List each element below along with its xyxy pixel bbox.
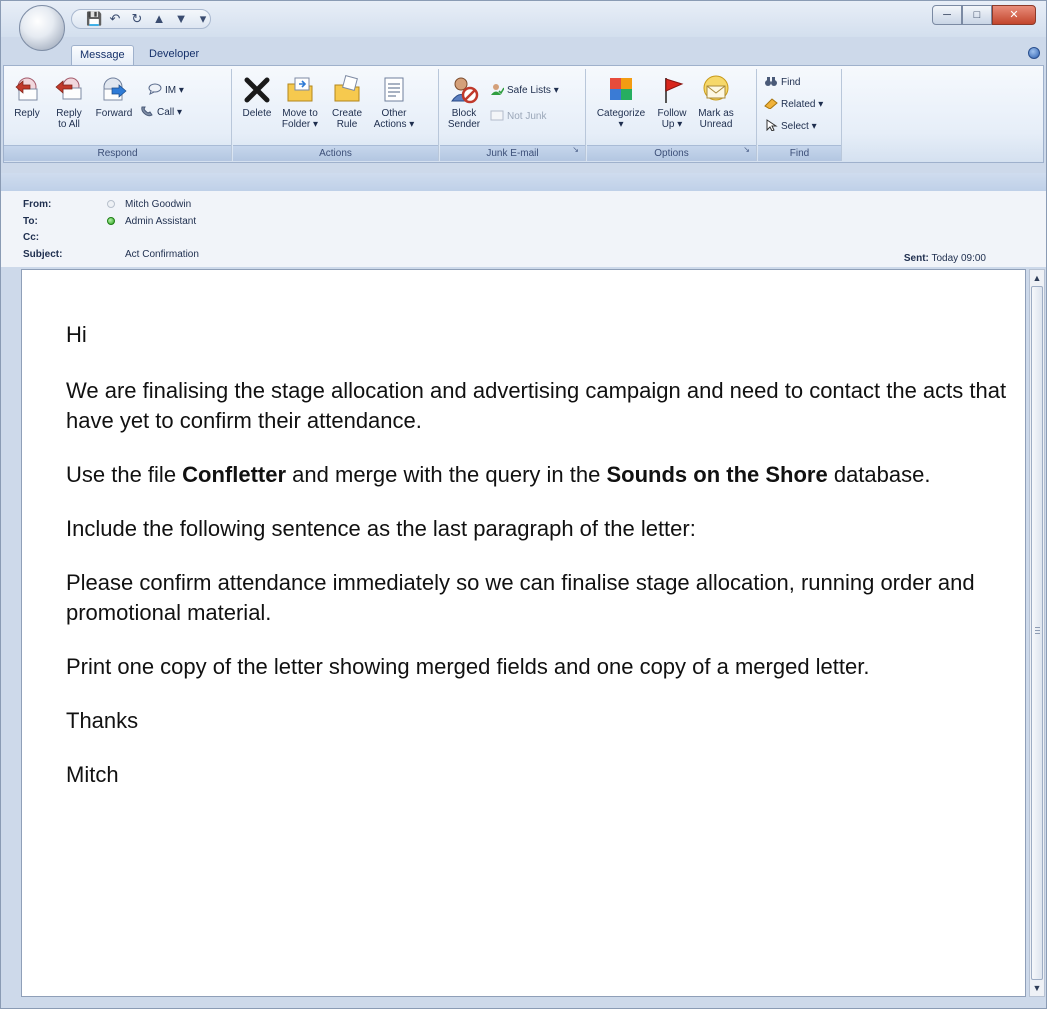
- follow-up-button[interactable]: Follow Up ▾: [653, 75, 691, 130]
- redo-icon[interactable]: ↻: [130, 11, 144, 27]
- select-cursor-icon: [766, 119, 778, 131]
- database-name: Sounds on the Shore: [606, 462, 828, 487]
- quick-access-toolbar: 💾 ↶ ↻ ▲ ▼ ▾: [71, 9, 211, 29]
- group-junk-email: Block Sender Safe Lists ▾ Not Junk Junk …: [440, 69, 586, 161]
- other-actions-button[interactable]: Other Actions ▾: [373, 75, 415, 130]
- move-folder-icon: [287, 77, 313, 102]
- block-sender-button[interactable]: Block Sender: [446, 75, 482, 130]
- ribbon: Reply Reply to All Forward IM ▾ Call ▾ R…: [3, 65, 1044, 163]
- cc-label: Cc:: [23, 232, 40, 243]
- next-item-icon[interactable]: ▼: [174, 11, 188, 27]
- body-paragraph-3: Include the following sentence as the la…: [66, 516, 696, 541]
- find-button[interactable]: Find: [764, 75, 800, 91]
- office-button[interactable]: [19, 5, 65, 51]
- body-paragraph-5: Print one copy of the letter showing mer…: [66, 654, 870, 679]
- related-button[interactable]: Related ▾: [764, 97, 823, 113]
- body-paragraph-4: Please confirm attendance immediately so…: [66, 570, 975, 625]
- message-body-text: Hi We are finalising the stage allocatio…: [66, 320, 1016, 814]
- tab-developer[interactable]: Developer: [141, 45, 207, 65]
- scroll-up-icon[interactable]: ▲: [1030, 270, 1044, 286]
- file-name: Confletter: [182, 462, 287, 487]
- group-options: Categorize▾ Follow Up ▾ Mark as Unread: [587, 69, 757, 161]
- presence-offline-icon: [107, 200, 115, 208]
- save-icon[interactable]: 💾: [86, 11, 102, 27]
- scroll-thumb[interactable]: [1031, 286, 1043, 980]
- body-paragraph-1: We are finalising the stage allocation a…: [66, 378, 1007, 433]
- flag-icon: [665, 78, 684, 103]
- im-button[interactable]: IM ▾: [148, 83, 184, 99]
- related-icon: [764, 98, 778, 109]
- reply-all-icon: [55, 77, 82, 100]
- grip-icon: [1035, 627, 1040, 636]
- help-icon[interactable]: [1028, 47, 1040, 59]
- tab-message[interactable]: Message: [71, 45, 134, 65]
- unread-envelope-icon: [703, 75, 729, 101]
- scroll-down-icon[interactable]: ▼: [1030, 980, 1044, 996]
- to-value[interactable]: Admin Assistant: [125, 216, 196, 227]
- close-button[interactable]: ✕: [992, 5, 1036, 25]
- mark-as-unread-button[interactable]: Mark as Unread: [695, 75, 737, 130]
- body-greeting: Hi: [66, 322, 87, 347]
- call-button[interactable]: Call ▾: [140, 105, 182, 121]
- message-header: From: Mitch Goodwin To: Admin Assistant …: [1, 191, 1046, 267]
- from-value[interactable]: Mitch Goodwin: [125, 199, 191, 210]
- delete-icon: [244, 77, 270, 103]
- create-rule-icon: [334, 75, 360, 102]
- group-actions: Delete Move to Folder ▾ Create Rule Othe…: [233, 69, 439, 161]
- reply-icon: [15, 77, 38, 101]
- body-signature: Mitch: [66, 762, 119, 787]
- window-controls: ─ □ ✕: [932, 5, 1036, 25]
- group-find: Find Related ▾ Select ▾ Find: [758, 69, 842, 161]
- vertical-scrollbar[interactable]: ▲ ▼: [1029, 269, 1045, 997]
- phone-icon: [141, 106, 153, 117]
- body-paragraph-2: Use the file Confletter and merge with t…: [66, 462, 931, 487]
- message-body[interactable]: Hi We are finalising the stage allocatio…: [21, 269, 1026, 997]
- select-button[interactable]: Select ▾: [764, 119, 817, 135]
- info-bar: [1, 173, 1046, 191]
- chat-bubble-icon: [148, 83, 162, 95]
- sent-timestamp: Sent: Today 09:00: [903, 253, 986, 264]
- group-label-actions: Actions: [233, 145, 438, 161]
- forward-icon: [103, 77, 127, 101]
- group-label-find: Find: [758, 145, 841, 161]
- previous-item-icon[interactable]: ▲: [152, 11, 166, 27]
- safe-lists-button[interactable]: Safe Lists ▾: [490, 83, 559, 99]
- group-respond: Reply Reply to All Forward IM ▾ Call ▾ R…: [4, 69, 232, 161]
- safe-lists-icon: [491, 84, 504, 95]
- from-label: From:: [23, 199, 52, 210]
- move-to-folder-button[interactable]: Move to Folder ▾: [279, 75, 321, 130]
- options-dialog-launcher-icon[interactable]: ↘: [743, 142, 750, 158]
- title-bar: 💾 ↶ ↻ ▲ ▼ ▾ ─ □ ✕: [1, 1, 1046, 37]
- message-window: 💾 ↶ ↻ ▲ ▼ ▾ ─ □ ✕ Message Developer Repl…: [0, 0, 1047, 1009]
- ribbon-tabs: Message Developer: [1, 41, 1046, 65]
- reply-all-button[interactable]: Reply to All: [50, 75, 88, 130]
- delete-button[interactable]: Delete: [239, 75, 275, 119]
- customize-toolbar-icon[interactable]: ▾: [196, 11, 210, 27]
- create-rule-button[interactable]: Create Rule: [329, 75, 365, 130]
- forward-button[interactable]: Forward: [92, 75, 136, 119]
- group-label-junk-email: Junk E-mail ↘: [440, 145, 585, 161]
- undo-icon[interactable]: ↶: [108, 11, 122, 27]
- presence-online-icon: [107, 217, 115, 225]
- maximize-button[interactable]: □: [962, 5, 992, 25]
- subject-value: Act Confirmation: [125, 249, 199, 260]
- block-sender-icon: [451, 77, 479, 104]
- subject-label: Subject:: [23, 249, 63, 260]
- junk-email-dialog-launcher-icon[interactable]: ↘: [572, 142, 579, 158]
- group-label-respond: Respond: [4, 145, 231, 161]
- group-label-options: Options ↘: [587, 145, 756, 161]
- not-junk-button[interactable]: Not Junk: [490, 109, 546, 125]
- to-label: To:: [23, 216, 38, 227]
- binoculars-icon: [765, 77, 777, 86]
- not-junk-icon: [490, 110, 504, 121]
- categorize-icon: [610, 78, 632, 100]
- reply-button[interactable]: Reply: [10, 75, 44, 119]
- body-thanks: Thanks: [66, 708, 139, 733]
- categorize-button[interactable]: Categorize ▾: [593, 75, 649, 130]
- other-actions-icon: [384, 77, 404, 102]
- minimize-button[interactable]: ─: [932, 5, 962, 25]
